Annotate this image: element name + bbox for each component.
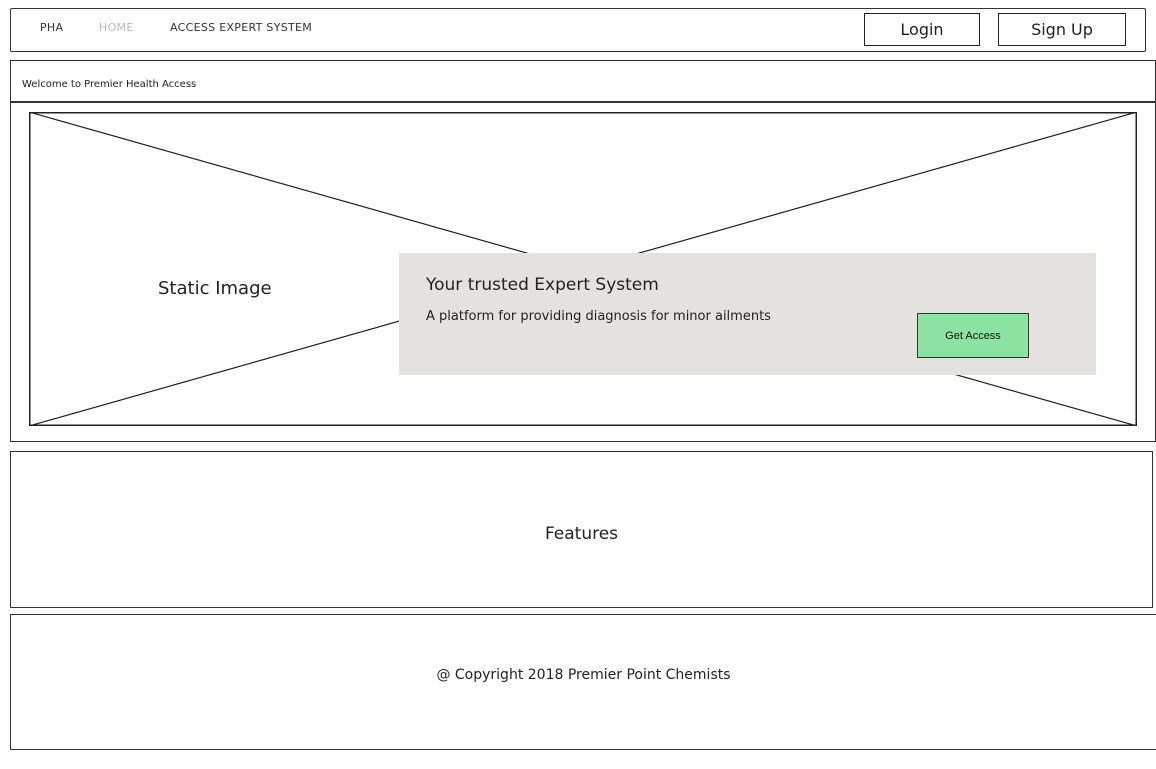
welcome-text: Welcome to Premier Health Access xyxy=(22,79,197,90)
static-image-label: Static Image xyxy=(158,278,272,299)
hero-callout: Your trusted Expert System A platform fo… xyxy=(399,253,1096,375)
top-navbar: PHA HOME ACCESS EXPERT SYSTEM Login Sign… xyxy=(10,8,1146,52)
hero-title: Your trusted Expert System xyxy=(426,275,659,295)
features-label: Features xyxy=(544,524,619,544)
copyright-text: @ Copyright 2018 Premier Point Chemists xyxy=(436,667,731,683)
nav-access-expert-system-link[interactable]: ACCESS EXPERT SYSTEM xyxy=(170,21,312,34)
login-button[interactable]: Login xyxy=(864,13,980,46)
features-section: Features xyxy=(10,451,1153,608)
welcome-bar: Welcome to Premier Health Access xyxy=(10,60,1156,102)
footer: @ Copyright 2018 Premier Point Chemists xyxy=(10,614,1156,750)
get-access-button[interactable]: Get Access xyxy=(917,313,1029,358)
hero-subtitle: A platform for providing diagnosis for m… xyxy=(426,309,771,324)
nav-home-link[interactable]: HOME xyxy=(99,21,134,34)
nav-brand-link[interactable]: PHA xyxy=(40,21,63,34)
signup-button[interactable]: Sign Up xyxy=(998,13,1126,46)
